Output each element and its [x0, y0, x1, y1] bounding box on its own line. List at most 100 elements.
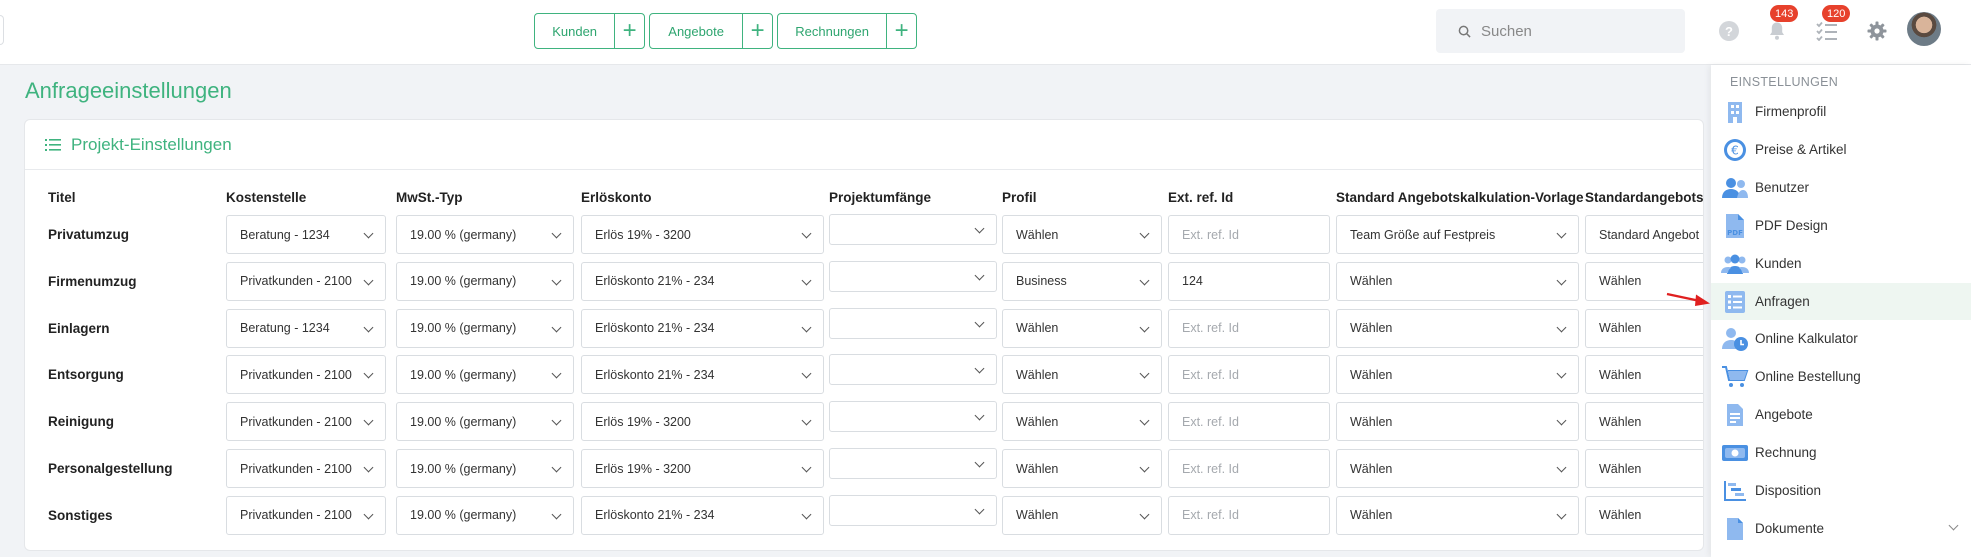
- chevron-down-icon: [974, 317, 985, 328]
- kostenstelle-select[interactable]: Beratung - 1234: [226, 308, 386, 348]
- kostenstelle-select[interactable]: Beratung - 1234: [226, 215, 386, 254]
- sidebar-item-online-bestellung[interactable]: Online Bestellung: [1711, 358, 1971, 395]
- profil-select[interactable]: Business: [1002, 261, 1162, 301]
- tasks-badge: 120: [1822, 5, 1851, 22]
- mwst-select[interactable]: 19.00 % (germany): [396, 355, 574, 395]
- kostenstelle-select[interactable]: Privatkunden - 2100: [226, 355, 386, 395]
- ext-ref-input[interactable]: Ext. ref. Id: [1168, 215, 1330, 254]
- column-header: Ext. ref. Id: [1168, 190, 1234, 205]
- ext-ref-input[interactable]: Ext. ref. Id: [1168, 449, 1330, 488]
- projektumfaenge-select[interactable]: [829, 494, 997, 526]
- collapsed-menu-handle[interactable]: [0, 15, 4, 45]
- erloeskonto-select[interactable]: Erlöskonto 21% - 234: [581, 261, 824, 301]
- kostenstelle-select[interactable]: Privatkunden - 2100: [226, 402, 386, 442]
- vorlage-select[interactable]: Wählen: [1336, 402, 1579, 442]
- ext-ref-input[interactable]: 124: [1168, 261, 1330, 301]
- chevron-down-icon: [551, 415, 562, 426]
- avatar[interactable]: [1907, 12, 1941, 46]
- erloeskonto-select[interactable]: Erlöskonto 21% - 234: [581, 495, 824, 535]
- kostenstelle-select[interactable]: Privatkunden - 2100: [226, 449, 386, 488]
- kostenstelle-select[interactable]: Privatkunden - 2100: [226, 261, 386, 301]
- text-select[interactable]: Wählen: [1585, 449, 1703, 488]
- tasks-button[interactable]: [1816, 20, 1838, 42]
- profil-select[interactable]: Wählen: [1002, 355, 1162, 395]
- projektumfaenge-select[interactable]: [829, 401, 997, 433]
- chevron-down-icon[interactable]: [1948, 520, 1959, 531]
- sidebar-item-benutzer[interactable]: Benutzer: [1711, 169, 1971, 206]
- sidebar-item-rechnung[interactable]: Rechnung: [1711, 434, 1971, 471]
- ext-ref-input[interactable]: Ext. ref. Id: [1168, 495, 1330, 535]
- sidebar-item-angebote[interactable]: Angebote: [1711, 396, 1971, 433]
- ext-ref-input[interactable]: Ext. ref. Id: [1168, 355, 1330, 395]
- sidebar-item-anfragen[interactable]: Anfragen: [1711, 282, 1971, 320]
- sidebar-item-label: Kunden: [1755, 255, 1802, 271]
- text-select[interactable]: Wählen: [1585, 402, 1703, 442]
- sidebar-item-dokumente[interactable]: Dokumente: [1711, 510, 1971, 547]
- kostenstelle-select[interactable]: Privatkunden - 2100: [226, 495, 386, 535]
- plus-icon[interactable]: +: [886, 14, 916, 48]
- erloeskonto-select[interactable]: Erlös 19% - 3200: [581, 449, 824, 488]
- file-icon: [1721, 515, 1749, 543]
- sidebar-item-kunden[interactable]: Kunden: [1711, 245, 1971, 282]
- vorlage-select[interactable]: Wählen: [1336, 308, 1579, 348]
- search-box[interactable]: [1436, 9, 1685, 53]
- quick-button-kunden[interactable]: Kunden +: [534, 13, 645, 49]
- sidebar-item-firmenprofil[interactable]: Firmenprofil: [1711, 93, 1971, 130]
- projektumfaenge-select[interactable]: [829, 307, 997, 339]
- profil-select[interactable]: Wählen: [1002, 402, 1162, 442]
- ext-ref-input[interactable]: Ext. ref. Id: [1168, 308, 1330, 348]
- ext-ref-input[interactable]: Ext. ref. Id: [1168, 402, 1330, 442]
- chevron-down-icon: [801, 275, 812, 286]
- profil-select[interactable]: Wählen: [1002, 449, 1162, 488]
- projektumfaenge-select[interactable]: [829, 260, 997, 292]
- text-select[interactable]: Wählen: [1585, 495, 1703, 535]
- sidebar-item-preise-artikel[interactable]: € Preise & Artikel: [1711, 131, 1971, 168]
- settings-button[interactable]: [1866, 20, 1888, 42]
- text-select[interactable]: Wählen: [1585, 355, 1703, 395]
- vorlage-select[interactable]: Wählen: [1336, 261, 1579, 301]
- chevron-down-icon: [363, 509, 374, 520]
- erloeskonto-select[interactable]: Erlöskonto 21% - 234: [581, 308, 824, 348]
- mwst-select[interactable]: 19.00 % (germany): [396, 495, 574, 535]
- sidebar-item-disposition[interactable]: Disposition: [1711, 472, 1971, 509]
- text-select[interactable]: Standard Angebot: [1585, 215, 1703, 254]
- quick-button-rechnungen[interactable]: Rechnungen +: [777, 13, 917, 49]
- mwst-select[interactable]: 19.00 % (germany): [396, 261, 574, 301]
- chevron-down-icon: [1139, 322, 1150, 333]
- erloeskonto-select[interactable]: Erlöskonto 21% - 234: [581, 355, 824, 395]
- projektumfaenge-select[interactable]: [829, 448, 997, 479]
- vorlage-select[interactable]: Wählen: [1336, 495, 1579, 535]
- plus-icon[interactable]: +: [614, 14, 644, 48]
- help-button[interactable]: ?: [1718, 20, 1740, 42]
- vorlage-select[interactable]: Wählen: [1336, 449, 1579, 488]
- sidebar-item-pdf-design[interactable]: PDF PDF Design: [1711, 207, 1971, 244]
- mwst-select[interactable]: 19.00 % (germany): [396, 308, 574, 348]
- vorlage-select[interactable]: Wählen: [1336, 355, 1579, 395]
- quick-button-label[interactable]: Rechnungen: [778, 14, 886, 48]
- erloeskonto-select[interactable]: Erlös 19% - 3200: [581, 215, 824, 254]
- profil-select[interactable]: Wählen: [1002, 495, 1162, 535]
- sidebar-item-online-kalkulator[interactable]: Online Kalkulator: [1711, 320, 1971, 357]
- quick-button-angebote[interactable]: Angebote +: [649, 13, 773, 49]
- projektumfaenge-select[interactable]: [829, 354, 997, 386]
- search-input[interactable]: [1481, 22, 1671, 40]
- plus-icon[interactable]: +: [742, 14, 772, 48]
- profil-select[interactable]: Wählen: [1002, 215, 1162, 254]
- text-select[interactable]: Wählen: [1585, 308, 1703, 348]
- mwst-select[interactable]: 19.00 % (germany): [396, 402, 574, 442]
- column-header: Standard Angebotskalkulation-Vorlage: [1336, 190, 1584, 205]
- vorlage-select[interactable]: Team Größe auf Festpreis: [1336, 215, 1579, 254]
- projektumfaenge-select[interactable]: [829, 214, 997, 245]
- profil-select[interactable]: Wählen: [1002, 308, 1162, 348]
- mwst-select[interactable]: 19.00 % (germany): [396, 215, 574, 254]
- chevron-down-icon: [363, 415, 374, 426]
- list-icon: [45, 138, 61, 151]
- help-icon[interactable]: ?: [1719, 21, 1739, 41]
- erloeskonto-select[interactable]: Erlös 19% - 3200: [581, 402, 824, 442]
- quick-button-label[interactable]: Kunden: [535, 14, 614, 48]
- mwst-select[interactable]: 19.00 % (germany): [396, 449, 574, 488]
- chevron-down-icon: [1139, 415, 1150, 426]
- quick-button-label[interactable]: Angebote: [650, 14, 742, 48]
- notifications-button[interactable]: [1766, 20, 1788, 42]
- document-icon: [1721, 401, 1749, 429]
